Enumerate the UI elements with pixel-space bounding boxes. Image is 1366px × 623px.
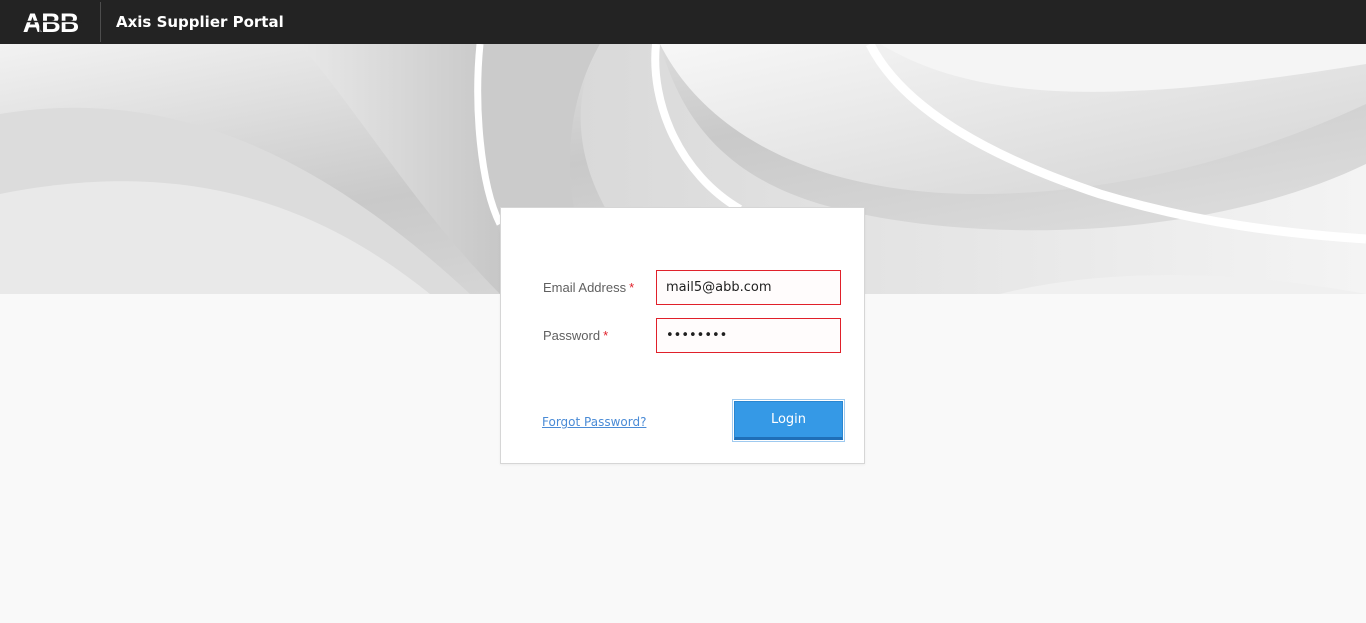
required-asterisk: * xyxy=(629,280,635,295)
login-button[interactable]: Login xyxy=(732,399,845,442)
required-asterisk: * xyxy=(603,328,609,343)
header-divider xyxy=(100,2,101,42)
forgot-password-link[interactable]: Forgot Password? xyxy=(542,415,646,429)
password-label: Password * xyxy=(543,328,609,343)
email-field[interactable] xyxy=(656,270,841,305)
password-field[interactable] xyxy=(656,318,841,353)
portal-title: Axis Supplier Portal xyxy=(116,13,284,31)
abb-logo: ABB xyxy=(19,9,82,34)
top-bar: ABB Axis Supplier Portal xyxy=(0,0,1366,44)
email-label: Email Address * xyxy=(543,280,635,295)
login-card: Email Address* Password* Forgot Password… xyxy=(500,207,865,464)
